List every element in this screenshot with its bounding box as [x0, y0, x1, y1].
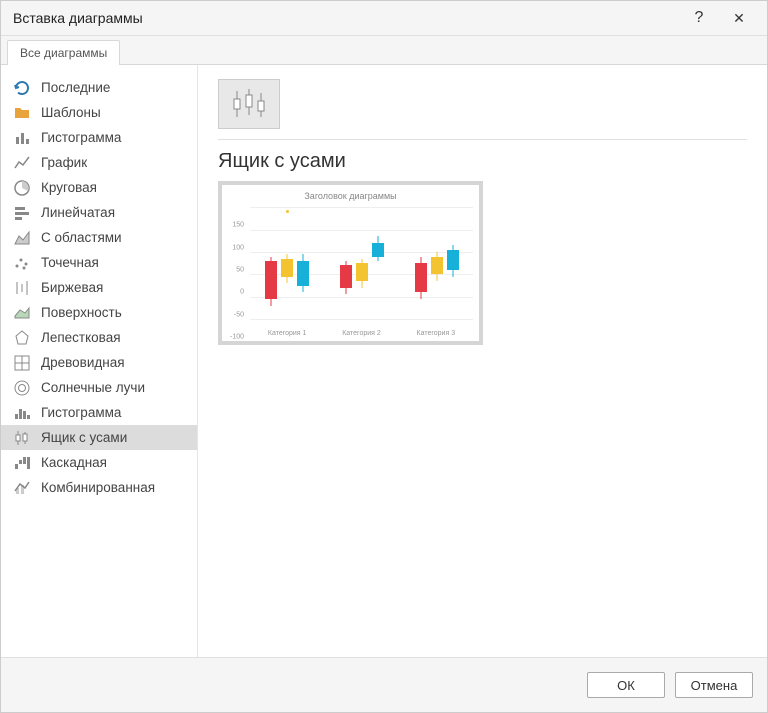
sidebar-item-label: Гистограмма [41, 405, 121, 420]
dialog-title: Вставка диаграммы [13, 10, 679, 26]
preview-plot-area [250, 203, 473, 319]
titlebar: Вставка диаграммы ? ✕ [1, 1, 767, 36]
y-tick: 100 [232, 244, 244, 251]
insert-chart-dialog: Вставка диаграммы ? ✕ Все диаграммы Посл… [0, 0, 768, 713]
tab-all-charts[interactable]: Все диаграммы [7, 40, 120, 65]
sidebar-item-label: Точечная [41, 255, 99, 270]
radar-icon [13, 329, 31, 347]
sidebar-item-label: Круговая [41, 180, 97, 195]
waterfall-icon [13, 454, 31, 472]
boxwhisker-icon [229, 87, 269, 121]
line-icon [13, 154, 31, 172]
sidebar-item-sunburst[interactable]: Солнечные лучи [1, 375, 197, 400]
sidebar-item-recent[interactable]: Последние [1, 75, 197, 100]
sidebar-item-hbar[interactable]: Линейчатая [1, 200, 197, 225]
sidebar-item-boxwhisker[interactable]: Ящик с усами [1, 425, 197, 450]
sidebar-item-label: С областями [41, 230, 122, 245]
sidebar-item-treemap[interactable]: Древовидная [1, 350, 197, 375]
sidebar-item-pie[interactable]: Круговая [1, 175, 197, 200]
sidebar-item-label: Гистограмма [41, 130, 121, 145]
sidebar-item-label: График [41, 155, 87, 170]
sidebar-item-label: Последние [41, 80, 110, 95]
sidebar-item-label: Комбинированная [41, 480, 155, 495]
ok-button[interactable]: ОК [587, 672, 665, 698]
subtype-row [218, 79, 747, 140]
folder-icon [13, 104, 31, 122]
y-tick: -50 [234, 311, 244, 318]
footer: ОК Отмена [1, 657, 767, 712]
sidebar-item-combo[interactable]: Комбинированная [1, 475, 197, 500]
sunburst-icon [13, 379, 31, 397]
sidebar-item-label: Древовидная [41, 355, 125, 370]
help-button[interactable]: ? [679, 9, 719, 27]
sidebar-item-label: Лепестковая [41, 330, 121, 345]
sidebar-item-label: Ящик с усами [41, 430, 127, 445]
sidebar-item-label: Шаблоны [41, 105, 101, 120]
sidebar-item-label: Биржевая [41, 280, 103, 295]
sidebar-item-label: Линейчатая [41, 205, 115, 220]
tabs-row: Все диаграммы [1, 36, 767, 64]
y-tick: 0 [240, 289, 244, 296]
sidebar-item-line[interactable]: График [1, 150, 197, 175]
combo-icon [13, 479, 31, 497]
histogram-icon [13, 404, 31, 422]
pie-icon [13, 179, 31, 197]
preview-title: Заголовок диаграммы [222, 191, 479, 201]
area-icon [13, 229, 31, 247]
treemap-icon [13, 354, 31, 372]
sidebar-item-label: Поверхность [41, 305, 122, 320]
sidebar-item-folder[interactable]: Шаблоны [1, 100, 197, 125]
content-area: Ящик с усами Заголовок диаграммы -100 -50… [198, 65, 767, 657]
section-title: Ящик с усами [218, 150, 747, 173]
boxwhisker-icon [13, 429, 31, 447]
outlier [286, 210, 289, 213]
x-tick: Категория 2 [324, 330, 398, 337]
sidebar-item-area[interactable]: С областями [1, 225, 197, 250]
subtype-boxwhisker[interactable] [218, 79, 280, 129]
scatter-icon [13, 254, 31, 272]
sidebar-item-label: Солнечные лучи [41, 380, 145, 395]
recent-icon [13, 79, 31, 97]
x-tick: Категория 3 [399, 330, 473, 337]
y-tick: -100 [230, 334, 244, 341]
close-button[interactable]: ✕ [719, 10, 759, 27]
preview-x-axis: Категория 1Категория 2Категория 3 [250, 330, 473, 337]
barchart-icon [13, 129, 31, 147]
cancel-button[interactable]: Отмена [675, 672, 753, 698]
chart-preview[interactable]: Заголовок диаграммы -100 -50 0 50 100 150 Кат… [218, 181, 483, 345]
sidebar-item-waterfall[interactable]: Каскадная [1, 450, 197, 475]
y-tick: 50 [236, 267, 244, 274]
preview-y-axis: -100-50050100150 [222, 203, 246, 319]
sidebar-item-label: Каскадная [41, 455, 107, 470]
surface-icon [13, 304, 31, 322]
sidebar-item-radar[interactable]: Лепестковая [1, 325, 197, 350]
chart-type-sidebar: Последние Шаблоны Гистограмма График Кругова… [1, 65, 198, 657]
stock-icon [13, 279, 31, 297]
hbar-icon [13, 204, 31, 222]
sidebar-item-stock[interactable]: Биржевая [1, 275, 197, 300]
sidebar-item-surface[interactable]: Поверхность [1, 300, 197, 325]
sidebar-item-scatter[interactable]: Точечная [1, 250, 197, 275]
sidebar-item-histogram[interactable]: Гистограмма [1, 400, 197, 425]
y-tick: 150 [232, 222, 244, 229]
x-tick: Категория 1 [250, 330, 324, 337]
sidebar-item-barchart[interactable]: Гистограмма [1, 125, 197, 150]
